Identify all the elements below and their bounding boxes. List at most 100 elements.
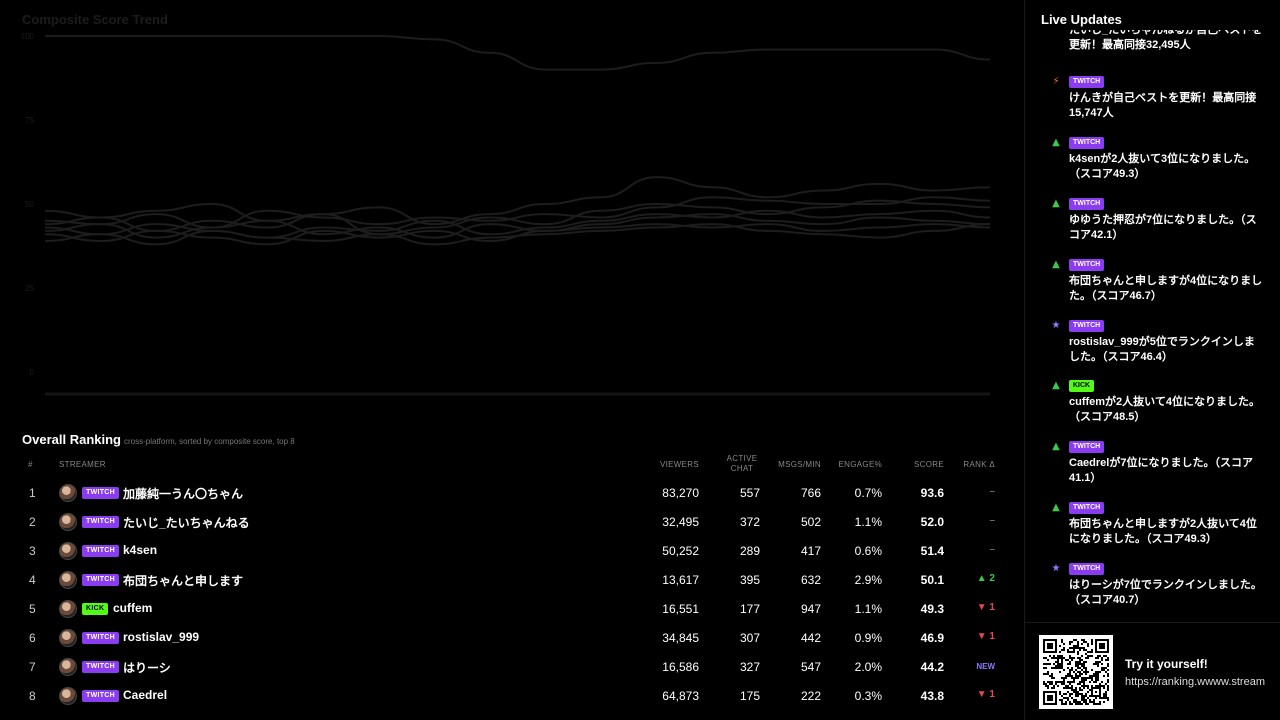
score-value: 51.4 — [920, 544, 944, 558]
msgs-value: 632 — [800, 573, 821, 587]
streamer-name[interactable]: cuffem — [113, 601, 152, 615]
table-row[interactable]: 2 TWITCH たいじ_たいちゃんねる 32,495 372 502 1.1% 52.0 – — [22, 507, 1002, 536]
platform-badge: KICK — [1069, 380, 1095, 392]
rank-delta: – — [989, 486, 995, 497]
table-row[interactable]: 4 TWITCH 布団ちゃんと申します 13,617 395 632 2.9% 50.1 ▲ 2 — [22, 565, 1002, 594]
active-chat-value: 327 — [739, 660, 760, 674]
active-chat-value: 557 — [739, 486, 760, 500]
active-chat-value: 175 — [739, 689, 760, 703]
viewers-value: 32,495 — [662, 515, 699, 529]
table-row[interactable]: 6 TWITCH rostislav_999 34,845 307 442 0.9% 46.9… — [22, 623, 1002, 652]
streamer-name[interactable]: 布団ちゃんと申します — [123, 572, 243, 589]
live-update-text: Caedrelが7位になりました。（スコア41.1） — [1069, 457, 1253, 484]
live-update-text: 布団ちゃんと申しますが2人抜いて4位になりました。（スコア49.3） — [1069, 518, 1257, 545]
streamer-name[interactable]: Caedrel — [123, 688, 167, 702]
avatar — [59, 600, 77, 618]
qr-code-graphic — [1043, 639, 1109, 705]
engage-value: 0.9% — [854, 631, 882, 645]
live-update-text: 布団ちゃんと申しますが4位になりました。（スコア46.7） — [1069, 275, 1263, 302]
promo-url[interactable]: https://ranking.wwww.stream — [1125, 676, 1265, 688]
avatar — [59, 484, 77, 502]
star-icon: ★ — [1051, 563, 1061, 574]
engage-value: 1.1% — [854, 515, 882, 529]
score-value: 44.2 — [920, 660, 944, 674]
promo-box: Try it yourself! https://ranking.wwww.st… — [1025, 622, 1280, 720]
viewers-value: 83,270 — [662, 486, 699, 500]
trend-chart-svg: 100 75 50 25 0 — [21, 32, 991, 396]
score-value: 52.0 — [920, 515, 944, 529]
up-arrow-icon: ▲ — [1052, 502, 1060, 513]
platform-badge: TWITCH — [1069, 198, 1105, 210]
viewers-value: 50,252 — [662, 544, 699, 558]
up-arrow-icon: ▲ — [1052, 259, 1060, 270]
y-tick-label: 100 — [21, 32, 35, 41]
viewers-value: 64,873 — [662, 689, 699, 703]
avatar — [59, 658, 77, 676]
streamer-name[interactable]: 加藤純一うん〇ちゃん — [123, 485, 243, 502]
live-update-text: ゆゆうた押忍が7位になりました。（スコア42.1） — [1069, 214, 1257, 241]
streamer-name[interactable]: はりーシ — [123, 659, 171, 676]
live-update-text: けんきが自己ベストを更新！最高同接15,747人 — [1069, 92, 1257, 119]
table-row[interactable]: 5 KICK cuffem 16,551 177 947 1.1% 49.3 ▼ 1 — [22, 594, 1002, 623]
score-value: 43.8 — [920, 689, 944, 703]
score-value: 46.9 — [920, 631, 944, 645]
msgs-value: 417 — [800, 544, 821, 558]
header-engage[interactable]: ENGAGE% — [839, 460, 882, 470]
rank-delta: ▼ 1 — [976, 689, 995, 700]
header-streamer[interactable]: STREAMER — [59, 460, 106, 470]
viewers-value: 16,586 — [662, 660, 699, 674]
avatar — [59, 513, 77, 531]
streamer-name[interactable]: rostislav_999 — [123, 630, 199, 644]
streamer-name[interactable]: k4sen — [123, 543, 157, 557]
up-arrow-icon: ▲ — [1052, 441, 1060, 452]
score-value: 50.1 — [920, 573, 944, 587]
table-row[interactable]: 1 TWITCH 加藤純一うん〇ちゃん 83,270 557 766 0.7% 93.6 – — [22, 478, 1002, 507]
header-viewers[interactable]: VIEWERS — [660, 460, 699, 470]
up-arrow-icon: ▲ — [1052, 380, 1060, 391]
viewers-value: 13,617 — [662, 573, 699, 587]
main-panel: 100 75 50 2 5 0 Composite Score Trend Overall… — [0, 0, 1024, 720]
chart-title: Composite Score Trend — [22, 12, 168, 27]
header-msgs[interactable]: MSGS/MIN — [778, 460, 821, 470]
series-line — [44, 196, 991, 229]
live-updates-feed[interactable]: ⚡TWITCHたいじ_たいちゃんねるが自己ベストを更新！最高同接32,495人⚡… — [1025, 30, 1280, 622]
live-update-text: cuffemが2人抜いて4位になりました。（スコア48.5） — [1069, 396, 1260, 423]
msgs-value: 766 — [800, 486, 821, 500]
y-tick-label: 50 — [25, 200, 34, 209]
y-tick-label: 75 — [25, 116, 34, 125]
header-active-chat[interactable]: ACTIVE CHAT — [724, 454, 760, 474]
msgs-value: 502 — [800, 515, 821, 529]
header-rank-delta[interactable]: RANK Δ — [963, 460, 995, 470]
active-chat-value: 372 — [739, 515, 760, 529]
rank-delta: ▲ 2 — [976, 573, 995, 584]
table-row[interactable]: 7 TWITCH はりーシ 16,586 327 547 2.0% 44.2 NEW — [22, 652, 1002, 681]
rank-delta: ▼ 1 — [976, 631, 995, 642]
header-score[interactable]: SCORE — [914, 460, 944, 470]
msgs-value: 222 — [800, 689, 821, 703]
platform-badge: KICK — [82, 603, 109, 615]
trend-chart: 100 75 50 25 0 Composite Score Trend — [0, 0, 1024, 420]
active-chat-value: 395 — [739, 573, 760, 587]
engage-value: 0.6% — [854, 544, 882, 558]
viewers-value: 34,845 — [662, 631, 699, 645]
table-row[interactable]: 8 TWITCH Caedrel 64,873 175 222 0.3% 43.8 ▼ 1 — [22, 681, 1002, 710]
rank-delta: NEW — [976, 662, 995, 671]
avatar — [59, 687, 77, 705]
header-rank[interactable]: # — [28, 460, 33, 470]
row-rank: 7 — [29, 660, 36, 674]
ranking-title: Overall Ranking — [22, 432, 121, 447]
platform-badge: TWITCH — [1069, 441, 1105, 453]
streamer-name[interactable]: たいじ_たいちゃんねる — [123, 514, 250, 531]
row-rank: 8 — [29, 689, 36, 703]
avatar — [59, 629, 77, 647]
rank-delta: ▼ 1 — [976, 602, 995, 613]
score-value: 93.6 — [920, 486, 944, 500]
series-line — [45, 35, 991, 71]
platform-badge: TWITCH — [82, 690, 120, 702]
platform-badge: TWITCH — [82, 661, 120, 673]
msgs-value: 547 — [800, 660, 821, 674]
avatar — [59, 571, 77, 589]
ranking-table-header: # STREAMER VIEWERS ACTIVE CHAT MSGS/MIN … — [22, 452, 1002, 478]
table-row[interactable]: 3 TWITCH k4sen 50,252 289 417 0.6% 51.4 – — [22, 536, 1002, 565]
qr-code-icon — [1039, 635, 1113, 709]
